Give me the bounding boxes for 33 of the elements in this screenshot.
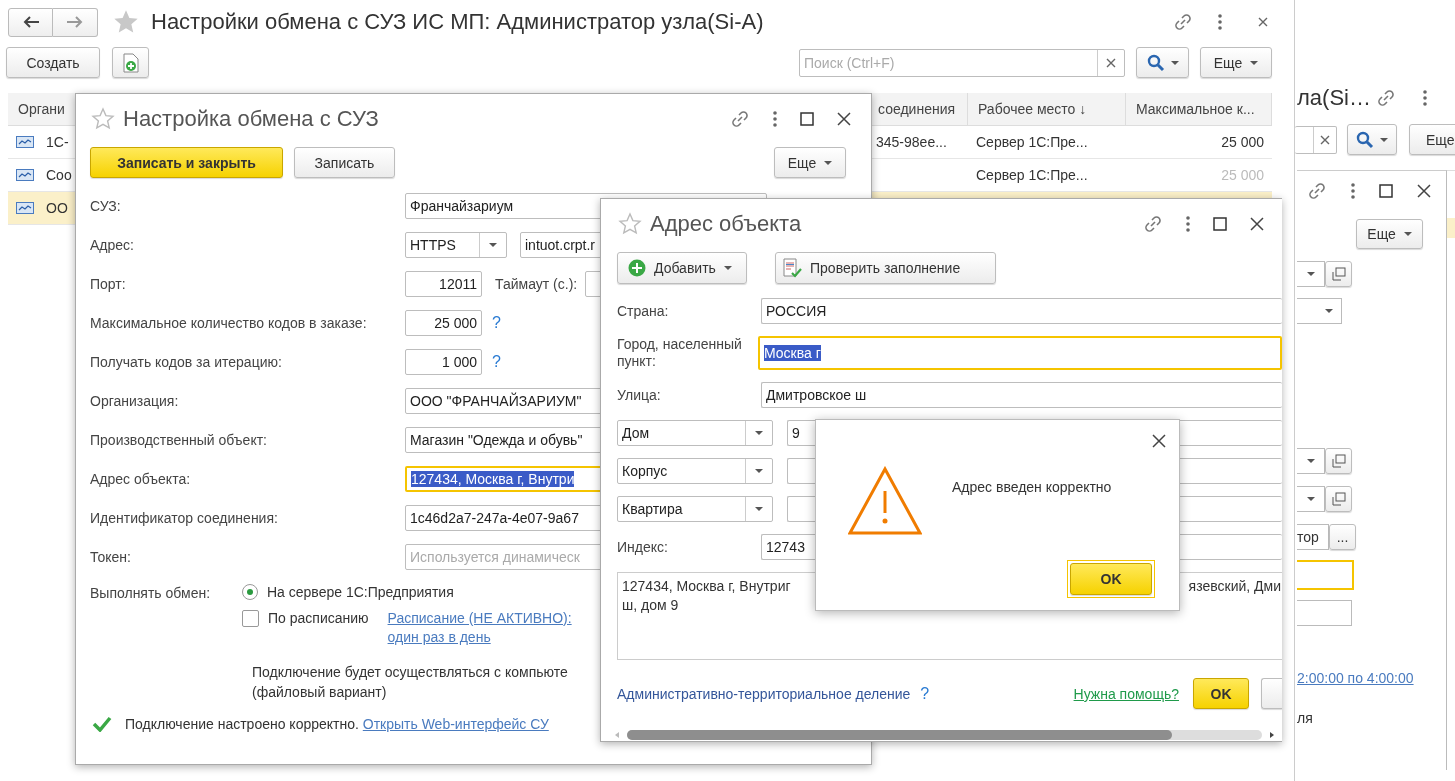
- table-cell: Сервер 1С:Пре...: [976, 167, 1088, 183]
- table-cell: Соо: [46, 167, 72, 183]
- window-title: Настройки обмена с СУЗ ИС МП: Администратор узла(Si-A): [151, 9, 764, 35]
- table-cell: ОО: [46, 200, 68, 216]
- note-text: Подключение будет осуществляться с компьюте (файловый вариант): [251, 663, 568, 702]
- field-label: Порт:: [90, 275, 127, 292]
- field-label: Страна:: [617, 302, 670, 320]
- window-title: ла(Si…: [1297, 85, 1371, 111]
- address-text: язевский, Дми: [1188, 577, 1281, 596]
- field-label: Получать кодов за итерацию:: [90, 353, 283, 370]
- field-label: Улица:: [617, 386, 662, 404]
- table-cell: 25 000: [1221, 134, 1264, 150]
- field-label: Токен:: [90, 548, 132, 565]
- window-title: Настройка обмена с СУЗ: [123, 106, 379, 132]
- message-text: Адрес введен корректно: [952, 479, 1112, 495]
- field-label: Производственный объект:: [90, 431, 268, 448]
- table-cell: Сервер 1С:Пре...: [976, 134, 1088, 150]
- address-text: 127434, Москва г, Внутриг: [622, 577, 791, 596]
- table-cell: 345-98ee...: [876, 134, 947, 150]
- field-label: Город, населенный пункт:: [617, 336, 743, 370]
- status-text: Подключение настроено корректно. Открыть Web-интерфейс СУ: [125, 716, 549, 732]
- field-label: Адрес:: [90, 236, 135, 253]
- text-fragment: ля: [1297, 710, 1313, 726]
- field-label: Выполнять обмен:: [90, 584, 212, 603]
- field-label: Таймаут (с.):: [495, 275, 578, 292]
- field-label: СУЗ:: [90, 197, 122, 214]
- field-label: Максимальное количество кодов в заказе:: [90, 314, 368, 331]
- address-text: ш, дом 9: [622, 596, 680, 615]
- field-label: Адрес объекта:: [90, 470, 192, 487]
- table-cell: 25 000: [1221, 167, 1264, 183]
- field-label: Организация:: [90, 392, 180, 409]
- table-cell: 1С-: [46, 134, 69, 150]
- field-label: Идентификатор соединения:: [90, 509, 279, 526]
